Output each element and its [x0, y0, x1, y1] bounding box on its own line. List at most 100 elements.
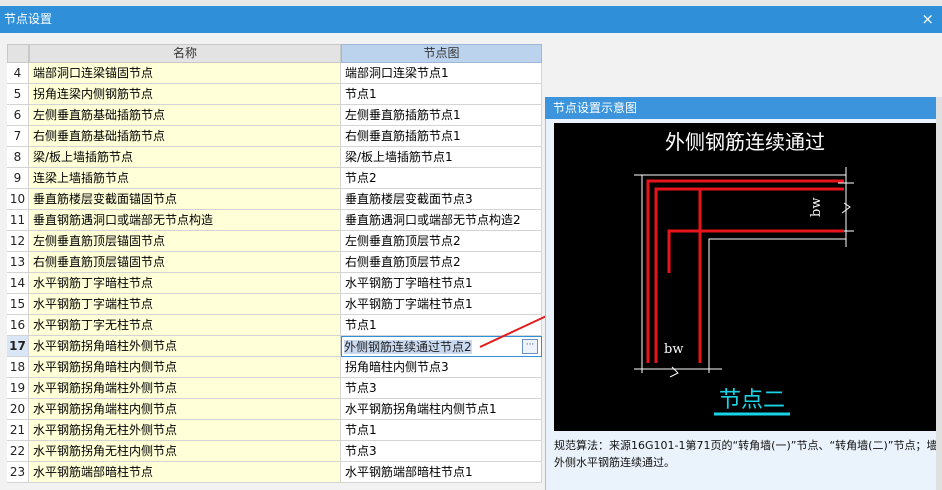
row-number: 4 — [7, 63, 29, 84]
node-diagram-cell[interactable]: 端部洞口连梁节点1 — [341, 63, 542, 84]
selected-node-value[interactable]: 外侧钢筋连续通过节点2 — [344, 340, 472, 354]
table-row[interactable]: 13 右侧垂直筋顶层锚固节点 右侧垂直筋顶层节点2 — [7, 252, 542, 273]
node-name-cell[interactable]: 左侧垂直筋顶层锚固节点 — [29, 231, 341, 252]
node-name-cell[interactable]: 水平钢筋拐角端柱外侧节点 — [29, 378, 341, 399]
node-diagram-selector[interactable]: 外侧钢筋连续通过节点2 ··· — [341, 336, 542, 357]
table-row[interactable]: 11 垂直钢筋遇洞口或端部无节点构造 垂直筋遇洞口或端部无节点构造2 — [7, 210, 542, 231]
row-number: 5 — [7, 84, 29, 105]
table-row[interactable]: 18 水平钢筋拐角暗柱内侧节点 拐角暗柱内侧节点3 — [7, 357, 542, 378]
panel-scrollbar[interactable] — [936, 97, 942, 490]
node-diagram-cell[interactable]: 节点3 — [341, 441, 542, 462]
preview-body: 外侧钢筋连续通过 bw bw 节点二 规范算法：来源16G101-1第71页的“… — [545, 119, 942, 490]
node-name-cell[interactable]: 水平钢筋丁字端柱节点 — [29, 294, 341, 315]
node-settings-table: 名称 节点图 4 端部洞口连梁锚固节点 端部洞口连梁节点1 5 拐角连梁内侧钢筋节点 节点… — [7, 44, 542, 483]
table-row[interactable]: 6 左侧垂直筋基础插筋节点 左侧垂直筋插筋节点1 — [7, 105, 542, 126]
node-diagram-cell[interactable]: 节点1 — [341, 315, 542, 336]
row-number: 14 — [7, 273, 29, 294]
node-name-cell[interactable]: 垂直筋楼层变截面锚固节点 — [29, 189, 341, 210]
row-number: 6 — [7, 105, 29, 126]
table-row[interactable]: 20 水平钢筋拐角端柱内侧节点 水平钢筋拐角端柱内侧节点1 — [7, 399, 542, 420]
table-row[interactable]: 4 端部洞口连梁锚固节点 端部洞口连梁节点1 — [7, 63, 542, 84]
window-titlebar[interactable]: 节点设置 × — [0, 6, 942, 33]
node-name-cell[interactable]: 水平钢筋丁字暗柱节点 — [29, 273, 341, 294]
node-name-cell[interactable]: 水平钢筋端部暗柱节点 — [29, 462, 341, 483]
row-number: 7 — [7, 126, 29, 147]
node-name-cell[interactable]: 水平钢筋拐角无柱外侧节点 — [29, 420, 341, 441]
row-number: 19 — [7, 378, 29, 399]
diagram-title: 外侧钢筋连续通过 — [665, 130, 825, 154]
node-diagram-cell[interactable]: 水平钢筋拐角端柱内侧节点1 — [341, 399, 542, 420]
node-diagram: 外侧钢筋连续通过 bw bw 节点二 — [554, 123, 936, 431]
node-name-cell[interactable]: 端部洞口连梁锚固节点 — [29, 63, 341, 84]
row-number: 12 — [7, 231, 29, 252]
table-row[interactable]: 15 水平钢筋丁字端柱节点 水平钢筋丁字端柱节点1 — [7, 294, 542, 315]
node-name-cell[interactable]: 梁/板上墙插筋节点 — [29, 147, 341, 168]
row-number: 21 — [7, 420, 29, 441]
node-diagram-cell[interactable]: 水平钢筋端部暗柱节点1 — [341, 462, 542, 483]
node-name-cell[interactable]: 垂直钢筋遇洞口或端部无节点构造 — [29, 210, 341, 231]
row-number: 22 — [7, 441, 29, 462]
dim-label-horizontal: bw — [664, 342, 683, 357]
preview-title: 节点设置示意图 — [545, 97, 942, 119]
table-row[interactable]: 10 垂直筋楼层变截面锚固节点 垂直筋楼层变截面节点3 — [7, 189, 542, 210]
node-diagram-cell[interactable]: 水平钢筋丁字暗柱节点1 — [341, 273, 542, 294]
node-name-cell[interactable]: 水平钢筋拐角暗柱内侧节点 — [29, 357, 341, 378]
row-number: 18 — [7, 357, 29, 378]
table-row[interactable]: 14 水平钢筋丁字暗柱节点 水平钢筋丁字暗柱节点1 — [7, 273, 542, 294]
row-number: 20 — [7, 399, 29, 420]
dim-label-vertical: bw — [809, 198, 824, 217]
row-number: 23 — [7, 462, 29, 483]
node-diagram-cell[interactable]: 节点1 — [341, 84, 542, 105]
table-row[interactable]: 23 水平钢筋端部暗柱节点 水平钢筋端部暗柱节点1 — [7, 462, 542, 483]
row-number: 16 — [7, 315, 29, 336]
table-row[interactable]: 17 水平钢筋拐角暗柱外侧节点 外侧钢筋连续通过节点2 ··· — [7, 336, 542, 357]
node-name-cell[interactable]: 连梁上墙插筋节点 — [29, 168, 341, 189]
table-body: 4 端部洞口连梁锚固节点 端部洞口连梁节点1 5 拐角连梁内侧钢筋节点 节点1 6 左侧垂直筋… — [7, 63, 542, 483]
node-diagram-cell[interactable]: 节点1 — [341, 420, 542, 441]
table-row[interactable]: 16 水平钢筋丁字无柱节点 节点1 — [7, 315, 542, 336]
node-name-cell[interactable]: 水平钢筋拐角暗柱外侧节点 — [29, 336, 341, 357]
node-diagram-cell[interactable]: 节点3 — [341, 378, 542, 399]
row-number: 17 — [7, 336, 29, 357]
node-diagram-cell[interactable]: 左侧垂直筋插筋节点1 — [341, 105, 542, 126]
diagram-caption: 节点二 — [719, 388, 785, 413]
table-header: 名称 节点图 — [7, 44, 542, 63]
column-header-node[interactable]: 节点图 — [341, 44, 542, 63]
node-diagram-cell[interactable]: 垂直筋楼层变截面节点3 — [341, 189, 542, 210]
row-number: 9 — [7, 168, 29, 189]
row-number: 15 — [7, 294, 29, 315]
node-diagram-cell[interactable]: 右侧垂直筋插筋节点1 — [341, 126, 542, 147]
row-number: 11 — [7, 210, 29, 231]
table-row[interactable]: 22 水平钢筋拐角无柱内侧节点 节点3 — [7, 441, 542, 462]
table-row[interactable]: 9 连梁上墙插筋节点 节点2 — [7, 168, 542, 189]
node-name-cell[interactable]: 右侧垂直筋基础插筋节点 — [29, 126, 341, 147]
table-row[interactable]: 12 左侧垂直筋顶层锚固节点 左侧垂直筋顶层节点2 — [7, 231, 542, 252]
table-row[interactable]: 8 梁/板上墙插筋节点 梁/板上墙插筋节点1 — [7, 147, 542, 168]
node-name-cell[interactable]: 水平钢筋拐角端柱内侧节点 — [29, 399, 341, 420]
ellipsis-button[interactable]: ··· — [522, 339, 538, 354]
node-diagram-cell[interactable]: 节点2 — [341, 168, 542, 189]
rule-description: 规范算法：来源16G101-1第71页的“转角墙(一)”节点、“转角墙(二)”节… — [554, 439, 938, 469]
node-diagram-cell[interactable]: 水平钢筋丁字端柱节点1 — [341, 294, 542, 315]
table-row[interactable]: 7 右侧垂直筋基础插筋节点 右侧垂直筋插筋节点1 — [7, 126, 542, 147]
node-name-cell[interactable]: 右侧垂直筋顶层锚固节点 — [29, 252, 341, 273]
close-icon[interactable]: × — [921, 6, 934, 33]
node-diagram-cell[interactable]: 梁/板上墙插筋节点1 — [341, 147, 542, 168]
table-row[interactable]: 21 水平钢筋拐角无柱外侧节点 节点1 — [7, 420, 542, 441]
node-name-cell[interactable]: 水平钢筋拐角无柱内侧节点 — [29, 441, 341, 462]
column-header-name[interactable]: 名称 — [29, 44, 341, 63]
window-content: 名称 节点图 4 端部洞口连梁锚固节点 端部洞口连梁节点1 5 拐角连梁内侧钢筋节点 节点… — [0, 33, 942, 490]
row-number-header — [7, 44, 29, 63]
table-row[interactable]: 19 水平钢筋拐角端柱外侧节点 节点3 — [7, 378, 542, 399]
row-number: 10 — [7, 189, 29, 210]
window-title: 节点设置 — [4, 12, 53, 26]
node-name-cell[interactable]: 左侧垂直筋基础插筋节点 — [29, 105, 341, 126]
row-number: 13 — [7, 252, 29, 273]
node-diagram-cell[interactable]: 右侧垂直筋顶层节点2 — [341, 252, 542, 273]
node-diagram-cell[interactable]: 左侧垂直筋顶层节点2 — [341, 231, 542, 252]
node-name-cell[interactable]: 拐角连梁内侧钢筋节点 — [29, 84, 341, 105]
node-diagram-cell[interactable]: 拐角暗柱内侧节点3 — [341, 357, 542, 378]
table-row[interactable]: 5 拐角连梁内侧钢筋节点 节点1 — [7, 84, 542, 105]
node-name-cell[interactable]: 水平钢筋丁字无柱节点 — [29, 315, 341, 336]
node-diagram-cell[interactable]: 垂直筋遇洞口或端部无节点构造2 — [341, 210, 542, 231]
